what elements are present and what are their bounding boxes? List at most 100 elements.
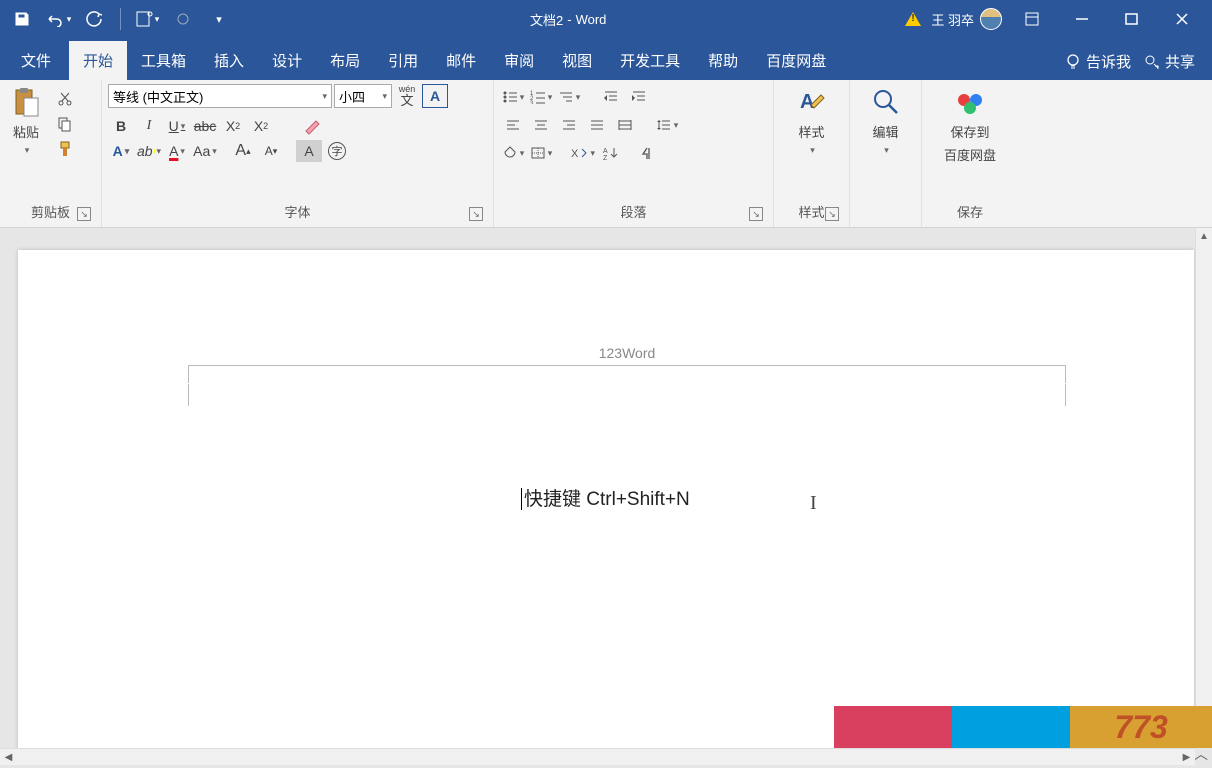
tab-design[interactable]: 设计: [258, 41, 316, 80]
scroll-left-icon[interactable]: ◀: [0, 749, 17, 766]
sort-icon[interactable]: AZ: [598, 142, 624, 164]
close-icon[interactable]: [1162, 5, 1202, 33]
character-shading-icon[interactable]: A: [296, 140, 322, 162]
multilevel-list-icon[interactable]: ▾: [556, 86, 582, 108]
watermark: 773: [834, 706, 1212, 748]
tab-toolbox[interactable]: 工具箱: [127, 41, 200, 80]
change-case-icon[interactable]: Aa▾: [192, 140, 218, 162]
qat-more-icon[interactable]: ▾: [205, 5, 233, 33]
strikethrough-button[interactable]: abc: [192, 115, 218, 137]
horizontal-scrollbar[interactable]: ◀ ▶: [0, 748, 1195, 765]
cut-icon[interactable]: [52, 88, 78, 110]
redo-icon[interactable]: [80, 5, 108, 33]
header-text[interactable]: 123Word: [188, 345, 1066, 365]
increase-indent-icon[interactable]: [626, 86, 652, 108]
numbering-icon[interactable]: 123▾: [528, 86, 554, 108]
lightbulb-icon: [1064, 53, 1082, 71]
font-launcher[interactable]: ↘: [469, 207, 483, 221]
tab-view[interactable]: 视图: [548, 41, 606, 80]
touch-mode-icon[interactable]: ▾: [133, 5, 161, 33]
tab-file[interactable]: 文件: [3, 41, 69, 80]
font-size-combo[interactable]: 小四▾: [334, 84, 392, 108]
align-right-icon[interactable]: [556, 114, 582, 136]
group-editing: 编辑▾: [850, 80, 922, 227]
tab-home[interactable]: 开始: [69, 41, 127, 80]
font-color-icon[interactable]: A▾: [164, 140, 190, 162]
paste-button[interactable]: 粘贴 ▾: [6, 84, 46, 158]
document-body-text[interactable]: 快捷键 Ctrl+Shift+N: [521, 484, 690, 511]
group-font: 等线 (中文正文)▾ 小四▾ wén文 A B I U▾ abc X2 X2 A…: [102, 80, 494, 227]
align-justify-icon[interactable]: [584, 114, 610, 136]
app-name: Word: [576, 12, 607, 27]
share-icon: [1143, 53, 1161, 71]
text-effects-icon[interactable]: A▾: [108, 140, 134, 162]
minimize-icon[interactable]: [1062, 5, 1102, 33]
decrease-indent-icon[interactable]: [598, 86, 624, 108]
shrink-font-icon[interactable]: A▾: [258, 140, 284, 162]
group-label-styles: 样式: [798, 205, 824, 220]
show-marks-icon[interactable]: [634, 142, 660, 164]
title-bar: ▾ ▾ ▾ 文档2 - Word 王 羽卒: [0, 0, 1212, 38]
align-center-icon[interactable]: [528, 114, 554, 136]
record-off-icon[interactable]: [169, 5, 197, 33]
tab-layout[interactable]: 布局: [316, 41, 374, 80]
share-button[interactable]: 共享: [1143, 51, 1195, 72]
align-left-icon[interactable]: [500, 114, 526, 136]
bullets-icon[interactable]: ▾: [500, 86, 526, 108]
editing-button[interactable]: 编辑▾: [866, 84, 906, 158]
tab-developer[interactable]: 开发工具: [606, 41, 694, 80]
format-painter-icon[interactable]: [52, 138, 78, 160]
shading-icon[interactable]: ▾: [500, 142, 526, 164]
font-name-combo[interactable]: 等线 (中文正文)▾: [108, 84, 332, 108]
vertical-scrollbar[interactable]: ▲ ▼: [1195, 228, 1212, 748]
tab-baidu[interactable]: 百度网盘: [752, 41, 840, 80]
tab-references[interactable]: 引用: [374, 41, 432, 80]
scroll-up-icon[interactable]: ▲: [1196, 228, 1212, 245]
highlight-icon[interactable]: ab▾: [136, 140, 162, 162]
scroll-right-icon[interactable]: ▶: [1178, 749, 1195, 766]
distributed-icon[interactable]: [612, 114, 638, 136]
superscript-button[interactable]: X2: [248, 115, 274, 137]
underline-button[interactable]: U▾: [164, 115, 190, 137]
styles-launcher[interactable]: ↘: [825, 207, 839, 221]
tab-mailings[interactable]: 邮件: [432, 41, 490, 80]
tab-help[interactable]: 帮助: [694, 41, 752, 80]
user-account[interactable]: 王 羽卒: [905, 8, 1002, 30]
borders-icon[interactable]: ▾: [528, 142, 554, 164]
header-boundary: [188, 365, 1066, 383]
doc-name: 文档2: [530, 10, 563, 29]
ribbon-mode-icon[interactable]: [1012, 5, 1052, 33]
bold-button[interactable]: B: [108, 115, 134, 137]
page[interactable]: 123Word 快捷键 Ctrl+Shift+N I: [18, 250, 1194, 748]
save-icon[interactable]: [8, 5, 36, 33]
save-baidu-button[interactable]: 保存到 百度网盘: [940, 84, 1000, 166]
svg-text:3: 3: [530, 101, 534, 104]
character-border-icon[interactable]: A: [422, 84, 448, 108]
undo-icon[interactable]: ▾: [44, 5, 72, 33]
copy-icon[interactable]: [52, 113, 78, 135]
user-name: 王 羽卒: [931, 10, 974, 29]
phonetic-guide-icon[interactable]: wén文: [394, 84, 420, 108]
group-label-paragraph: 段落: [620, 205, 646, 220]
window-title: 文档2 - Word: [241, 10, 895, 29]
clear-formatting-icon[interactable]: [296, 115, 328, 137]
page-header[interactable]: 123Word: [188, 345, 1066, 383]
maximize-icon[interactable]: [1112, 5, 1152, 33]
avatar: [980, 8, 1002, 30]
grow-font-icon[interactable]: A▴: [230, 140, 256, 162]
enclose-characters-icon[interactable]: 字: [324, 140, 350, 162]
group-label-baidu: 保存: [957, 205, 983, 220]
styles-button[interactable]: A 样式▾: [792, 84, 832, 158]
tab-review[interactable]: 审阅: [490, 41, 548, 80]
tab-insert[interactable]: 插入: [200, 41, 258, 80]
document-area[interactable]: 123Word 快捷键 Ctrl+Shift+N I: [0, 228, 1212, 748]
italic-button[interactable]: I: [136, 115, 162, 137]
warning-icon: [905, 12, 921, 26]
group-label-clipboard: 剪贴板: [31, 205, 70, 220]
subscript-button[interactable]: X2: [220, 115, 246, 137]
clipboard-launcher[interactable]: ↘: [77, 207, 91, 221]
line-spacing-icon[interactable]: ▾: [654, 114, 680, 136]
paragraph-launcher[interactable]: ↘: [749, 207, 763, 221]
text-direction-icon[interactable]: X▾: [570, 142, 596, 164]
tell-me[interactable]: 告诉我: [1064, 51, 1131, 72]
